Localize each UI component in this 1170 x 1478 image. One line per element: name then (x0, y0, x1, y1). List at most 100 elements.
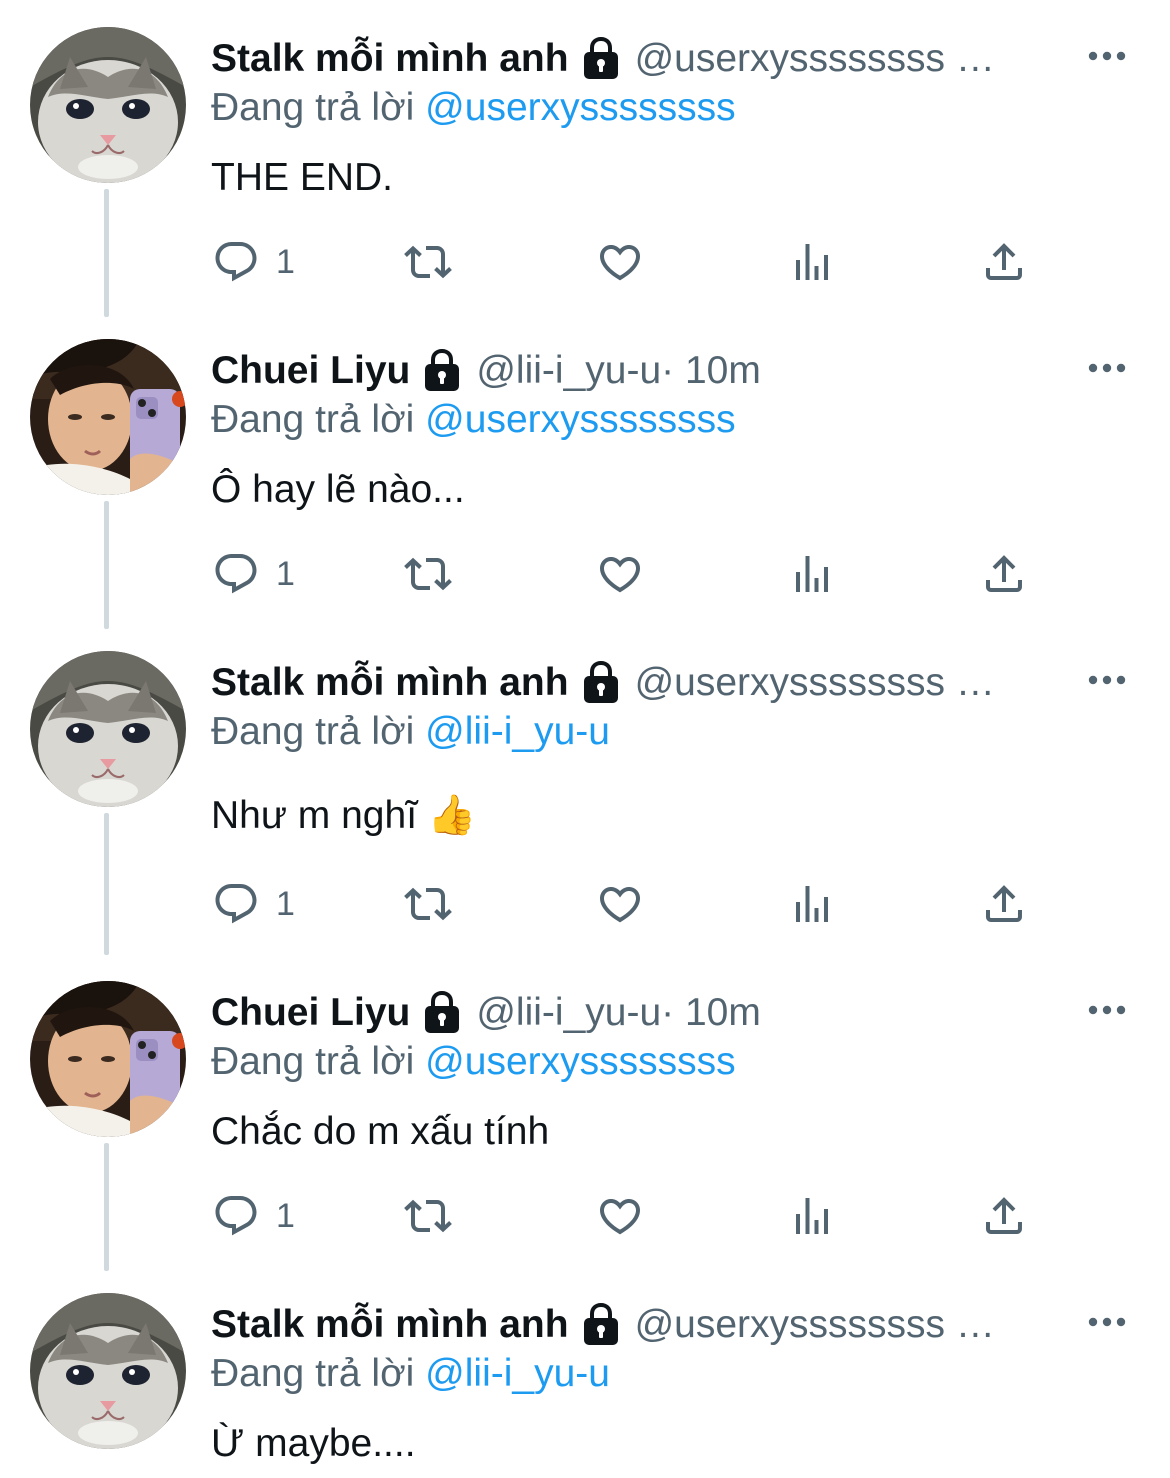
replying-to-line: Đang trả lời @lii-i_yu-u (211, 706, 610, 758)
reply-count: 1 (276, 884, 295, 923)
heart-icon (596, 550, 644, 598)
tweet-text: Ừ maybe.... (211, 1422, 416, 1465)
tweet-header: Stalk mỗi mình anh @userxyssssssss … (211, 657, 1081, 709)
timestamp[interactable]: · 10m (661, 987, 761, 1039)
retweet-button[interactable] (404, 238, 452, 286)
views-chart-icon (788, 238, 836, 286)
share-icon (980, 238, 1028, 286)
reply-icon (212, 1192, 260, 1240)
lock-icon (581, 37, 621, 81)
tweet-text: THE END. (211, 156, 394, 199)
display-name[interactable]: Stalk mỗi mình anh (211, 657, 569, 709)
retweet-icon (404, 1192, 452, 1240)
views-button[interactable] (788, 550, 836, 598)
reply-button[interactable]: 1 (212, 238, 295, 286)
tweet-actions: 1 (0, 214, 1170, 314)
share-button[interactable] (980, 880, 1028, 928)
reply-icon (212, 550, 260, 598)
replying-to-line: Đang trả lời @userxyssssssss (211, 82, 736, 134)
user-handle[interactable]: @userxyssssssss … (635, 657, 995, 709)
user-handle[interactable]: @userxyssssssss … (635, 1299, 995, 1351)
timestamp[interactable]: · 10m (661, 345, 761, 397)
share-button[interactable] (980, 1192, 1028, 1240)
replying-to-label: Đang trả lời (211, 710, 415, 753)
views-chart-icon (788, 550, 836, 598)
share-button[interactable] (980, 550, 1028, 598)
reply-button[interactable]: 1 (212, 1192, 295, 1240)
retweet-icon (404, 238, 452, 286)
views-chart-icon (788, 1192, 836, 1240)
avatar[interactable] (30, 27, 186, 183)
lock-icon (581, 1303, 621, 1347)
heart-icon (596, 238, 644, 286)
share-icon (980, 1192, 1028, 1240)
avatar[interactable] (30, 981, 186, 1137)
reply-icon (212, 880, 260, 928)
replying-to-line: Đang trả lời @userxyssssssss (211, 1036, 736, 1088)
replying-to-mention[interactable]: @lii-i_yu-u (425, 1352, 610, 1395)
retweet-icon (404, 550, 452, 598)
replying-to-label: Đang trả lời (211, 398, 415, 441)
replying-to-line: Đang trả lời @lii-i_yu-u (211, 1348, 610, 1400)
lock-icon (422, 349, 462, 393)
replying-to-label: Đang trả lời (211, 1352, 415, 1395)
replying-to-mention[interactable]: @userxyssssssss (425, 86, 735, 129)
share-icon (980, 880, 1028, 928)
replying-to-mention[interactable]: @userxyssssssss (425, 398, 735, 441)
user-handle[interactable]: @lii-i_yu-u (476, 345, 661, 397)
reply-thread: Stalk mỗi mình anh @userxyssssssss … Đan… (0, 0, 1170, 1478)
replying-to-label: Đang trả lời (211, 86, 415, 129)
tweet-actions: 1 (0, 1168, 1170, 1268)
reply-button[interactable]: 1 (212, 880, 295, 928)
reply-icon (212, 238, 260, 286)
user-handle[interactable]: @userxyssssssss … (635, 33, 995, 85)
display-name[interactable]: Chuei Liyu (211, 345, 410, 397)
retweet-button[interactable] (404, 880, 452, 928)
like-button[interactable] (596, 550, 644, 598)
tweet-actions: 1 (0, 856, 1170, 956)
heart-icon (596, 1192, 644, 1240)
more-options-icon[interactable] (1083, 1306, 1131, 1338)
reply-count: 1 (276, 1196, 295, 1235)
lock-icon (581, 661, 621, 705)
more-options-icon[interactable] (1083, 40, 1131, 72)
more-options-icon[interactable] (1083, 352, 1131, 384)
reply-count: 1 (276, 554, 295, 593)
views-button[interactable] (788, 238, 836, 286)
tweet-actions: 1 (0, 526, 1170, 626)
reply-count: 1 (276, 242, 295, 281)
replying-to-label: Đang trả lời (211, 1040, 415, 1083)
views-chart-icon (788, 880, 836, 928)
reply-button[interactable]: 1 (212, 550, 295, 598)
avatar[interactable] (30, 1293, 186, 1449)
views-button[interactable] (788, 1192, 836, 1240)
tweet-text: Chắc do m xấu tính (211, 1110, 550, 1153)
replying-to-mention[interactable]: @userxyssssssss (425, 1040, 735, 1083)
tweet-header: Stalk mỗi mình anh @userxyssssssss … (211, 33, 1081, 85)
like-button[interactable] (596, 880, 644, 928)
retweet-button[interactable] (404, 1192, 452, 1240)
more-options-icon[interactable] (1083, 994, 1131, 1026)
share-button[interactable] (980, 238, 1028, 286)
display-name[interactable]: Stalk mỗi mình anh (211, 1299, 569, 1351)
retweet-icon (404, 880, 452, 928)
replying-to-mention[interactable]: @lii-i_yu-u (425, 710, 610, 753)
replying-to-line: Đang trả lời @userxyssssssss (211, 394, 736, 446)
retweet-button[interactable] (404, 550, 452, 598)
heart-icon (596, 880, 644, 928)
tweet-text: Ô hay lẽ nào... (211, 468, 465, 511)
user-handle[interactable]: @lii-i_yu-u (476, 987, 661, 1039)
display-name[interactable]: Stalk mỗi mình anh (211, 33, 569, 85)
avatar[interactable] (30, 651, 186, 807)
views-button[interactable] (788, 880, 836, 928)
like-button[interactable] (596, 1192, 644, 1240)
avatar[interactable] (30, 339, 186, 495)
tweet-header: Chuei Liyu @lii-i_yu-u · 10m (211, 987, 1081, 1039)
display-name[interactable]: Chuei Liyu (211, 987, 410, 1039)
tweet-text: Như m nghĩ 👍 (211, 794, 477, 837)
more-options-icon[interactable] (1083, 664, 1131, 696)
tweet-header: Chuei Liyu @lii-i_yu-u · 10m (211, 345, 1081, 397)
like-button[interactable] (596, 238, 644, 286)
share-icon (980, 550, 1028, 598)
tweet-header: Stalk mỗi mình anh @userxyssssssss … (211, 1299, 1081, 1351)
